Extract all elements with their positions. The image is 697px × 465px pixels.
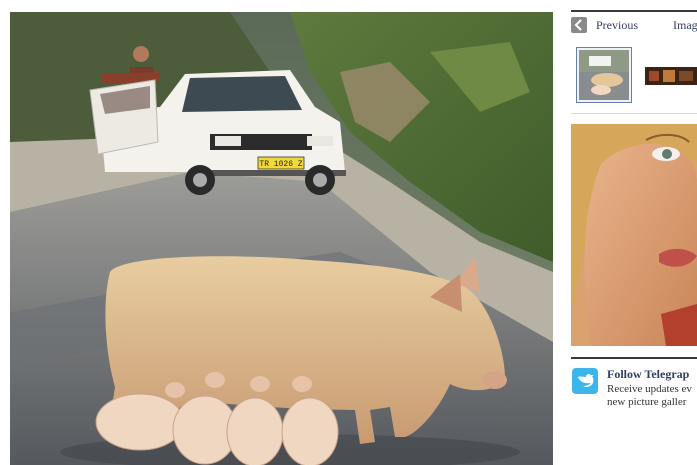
main-photo: TR 1026 Z <box>10 12 553 465</box>
chevron-left-icon <box>574 19 582 31</box>
previous-button[interactable] <box>571 17 587 33</box>
gallery-nav: Previous Image <box>571 10 697 40</box>
images-link[interactable]: Image <box>673 18 697 33</box>
follow-description-line1: Receive updates ev <box>607 383 692 395</box>
thumbnail-current[interactable] <box>576 47 632 103</box>
svg-text:TR 1026 Z: TR 1026 Z <box>259 160 302 169</box>
thumbnail-next[interactable] <box>645 67 697 85</box>
follow-description-line2: new picture galler <box>607 396 687 408</box>
follow-description: Receive updates ev new picture galler <box>607 383 692 409</box>
previous-link[interactable]: Previous <box>596 18 638 33</box>
divider <box>571 113 697 114</box>
follow-panel: Follow Telegrap Receive updates ev new p… <box>571 357 697 459</box>
twitter-icon[interactable] <box>572 368 598 394</box>
advert-image[interactable] <box>571 124 697 346</box>
follow-title[interactable]: Follow Telegrap <box>607 367 689 382</box>
sidebar: Previous Image <box>566 0 697 465</box>
